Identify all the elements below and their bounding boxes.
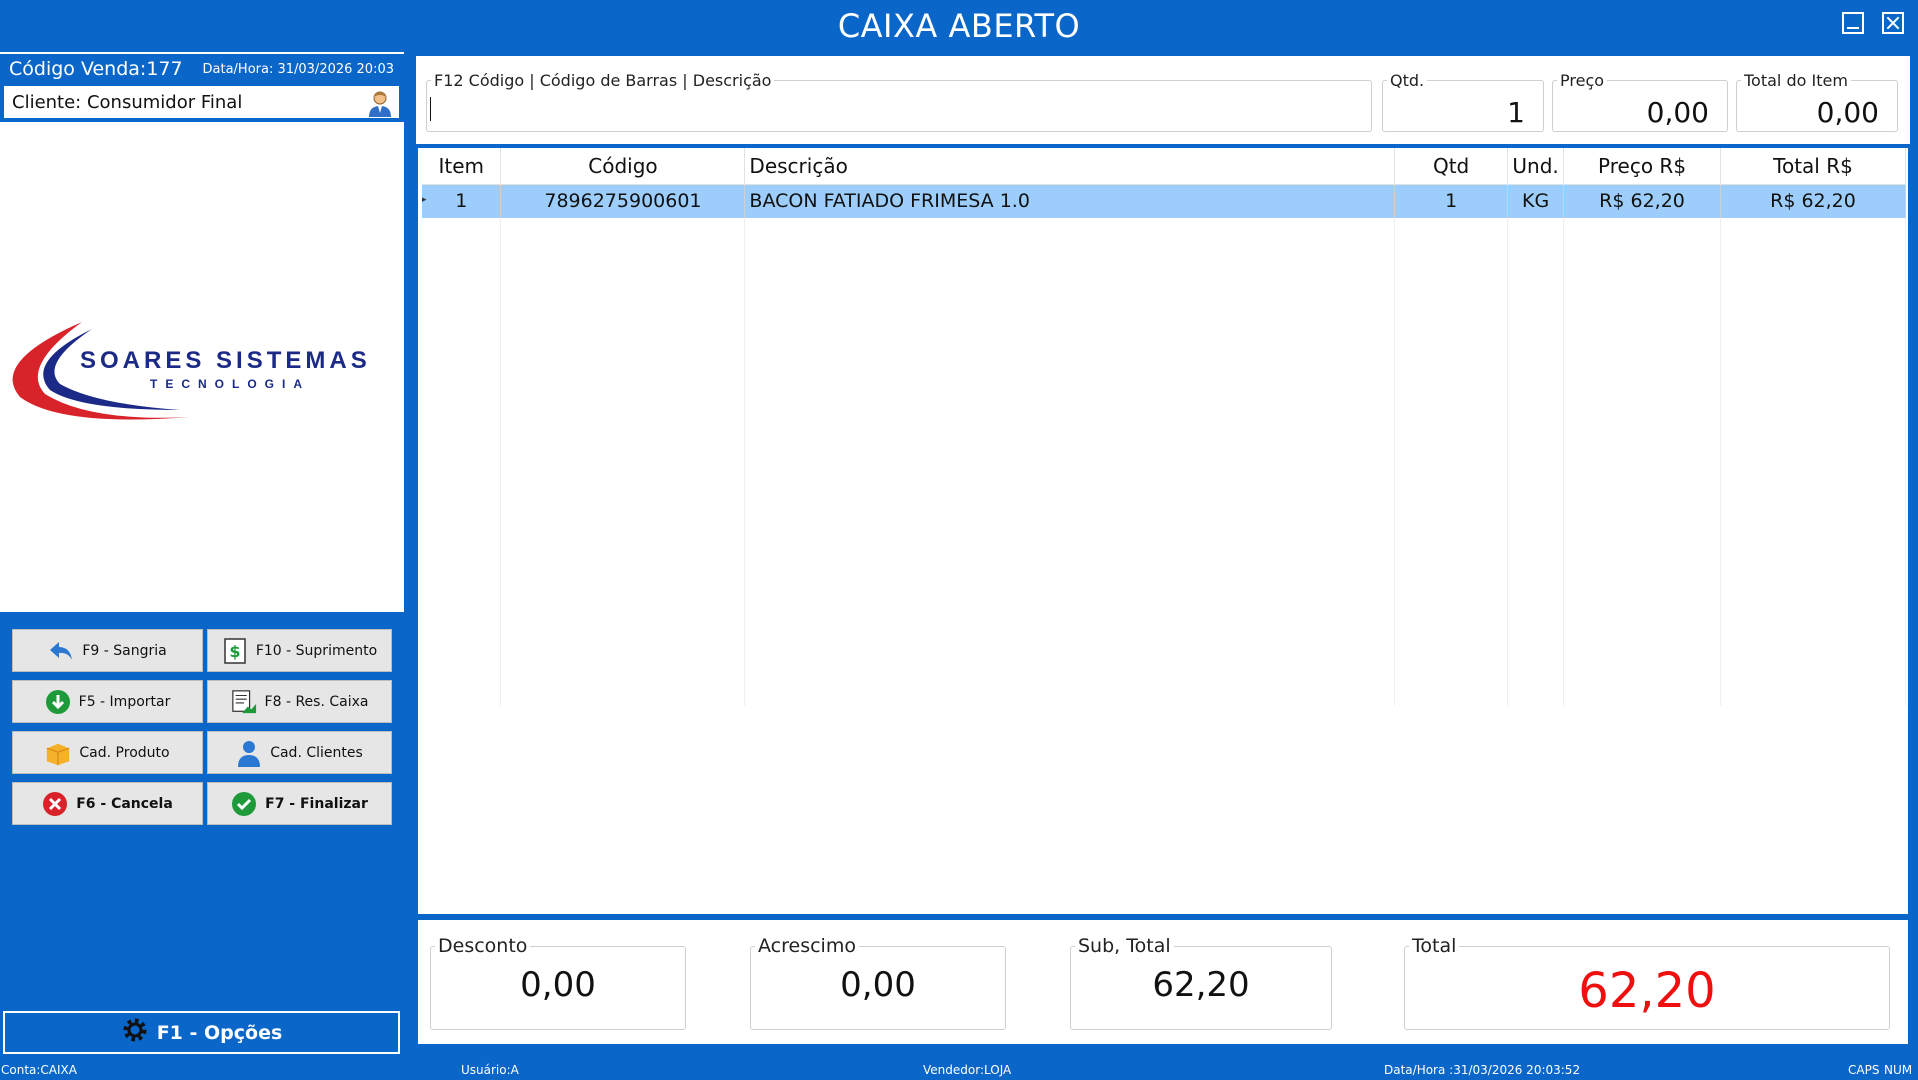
col-header-descricao[interactable]: Descrição [744,148,1396,185]
subtotal-box: Sub, Total 62,20 [1070,935,1332,1030]
cad-produto-label: Cad. Produto [79,744,170,761]
close-icon[interactable] [1882,12,1904,34]
user-icon[interactable] [367,89,393,117]
finalizar-label: F7 - Finalizar [265,795,368,812]
person-icon [236,740,262,767]
total-label: Total [1409,935,1460,957]
search-legend: F12 Código | Código de Barras | Descriçã… [431,71,775,90]
col-header-codigo[interactable]: Código [500,148,746,185]
preco-legend: Preço [1557,71,1608,90]
search-field[interactable]: F12 Código | Código de Barras | Descriçã… [426,71,1372,132]
sangria-button[interactable]: F9 - Sangria [12,629,203,672]
cad-clientes-label: Cad. Clientes [270,744,363,761]
status-conta: Conta:CAIXA [1,1063,77,1077]
desconto-box[interactable]: Desconto 0,00 [430,935,686,1030]
res-caixa-button[interactable]: F8 - Res. Caixa [207,680,392,723]
qtd-value[interactable]: 1 [1507,96,1525,129]
check-icon [231,791,257,817]
items-table: Item Código Descrição Qtd Und. Preço R$ … [422,148,1906,706]
col-header-total[interactable]: Total R$ [1720,148,1906,185]
logo-text-sub: TECNOLOGIA [150,377,310,391]
item-entry-bar: F12 Código | Código de Barras | Descriçã… [416,56,1910,144]
logo-text-main: SOARES SISTEMAS [80,347,371,374]
cad-clientes-button[interactable]: Cad. Clientes [207,731,392,774]
opcoes-button[interactable]: F1 - Opções [3,1011,400,1054]
minimize-icon[interactable] [1842,12,1864,34]
total-value: 62,20 [1578,963,1716,1019]
qtd-legend: Qtd. [1387,71,1428,90]
col-header-qtd[interactable]: Qtd [1394,148,1509,185]
cell-total: R$ 62,20 [1720,184,1906,218]
cell-qtd: 1 [1394,184,1509,218]
title-bar: CAIXA ABERTO [0,0,1918,52]
status-caps: CAPS [1848,1063,1880,1077]
acrescimo-box[interactable]: Acrescimo 0,00 [750,935,1006,1030]
total-box: Total 62,20 [1404,935,1890,1030]
finalizar-button[interactable]: F7 - Finalizar [207,782,392,825]
cell-codigo: 7896275900601 [500,184,746,218]
download-icon [45,689,71,715]
importar-label: F5 - Importar [78,693,171,710]
res-caixa-label: F8 - Res. Caixa [264,693,369,710]
cash-icon: $ [222,637,248,664]
suprimento-button[interactable]: $ F10 - Suprimento [207,629,392,672]
desconto-label: Desconto [435,935,531,957]
grid-header-row: Item Código Descrição Qtd Und. Preço R$ … [422,148,1906,185]
empty-grid-area [422,218,1906,706]
svg-text:$: $ [229,642,240,661]
items-grid[interactable]: Item Código Descrição Qtd Und. Preço R$ … [418,148,1908,914]
col-header-item[interactable]: Item [422,148,502,185]
total-item-field: Total do Item 0,00 [1736,71,1898,132]
total-item-legend: Total do Item [1741,71,1851,90]
cad-produto-button[interactable]: Cad. Produto [12,731,203,774]
client-label: Cliente: Consumidor Final [12,92,243,113]
sale-header: Código Venda:177 Data/Hora: 31/03/2026 2… [0,52,404,82]
gear-icon [121,1016,149,1049]
status-usuario: Usuário:A [461,1063,519,1077]
cancel-icon [42,791,68,817]
col-header-und[interactable]: Und. [1507,148,1565,185]
row-selector-icon: ▸ [422,194,427,204]
desconto-value: 0,00 [520,965,596,1005]
cell-und: KG [1507,184,1565,218]
col-header-preco[interactable]: Preço R$ [1563,148,1722,185]
acrescimo-label: Acrescimo [755,935,859,957]
acrescimo-value: 0,00 [840,965,916,1005]
sale-datetime: Data/Hora: 31/03/2026 20:03 [202,62,395,77]
status-num: NUM [1884,1063,1913,1077]
importar-button[interactable]: F5 - Importar [12,680,203,723]
cell-descricao: BACON FATIADO FRIMESA 1.0 [744,184,1396,218]
box-icon [45,740,71,766]
window-title: CAIXA ABERTO [837,7,1081,45]
preco-field[interactable]: Preço 0,00 [1552,71,1728,132]
cancela-button[interactable]: F6 - Cancela [12,782,203,825]
table-row[interactable]: 1 7896275900601 BACON FATIADO FRIMESA 1.… [422,184,1906,218]
report-icon [231,689,257,715]
status-vendedor: Vendedor:LOJA [923,1063,1012,1077]
suprimento-label: F10 - Suprimento [255,642,378,659]
cell-preco: R$ 62,20 [1563,184,1722,218]
subtotal-value: 62,20 [1152,965,1250,1005]
preco-value[interactable]: 0,00 [1647,96,1709,129]
text-cursor [430,97,431,121]
logo-area: SOARES SISTEMAS TECNOLOGIA [0,122,404,612]
status-bar: Conta:CAIXA Usuário:A Vendedor:LOJA Data… [0,1058,1918,1080]
qtd-field[interactable]: Qtd. 1 [1382,71,1544,132]
totals-panel: Desconto 0,00 Acrescimo 0,00 Sub, Total … [418,920,1908,1044]
sale-code: Código Venda:177 [9,58,183,80]
total-item-value: 0,00 [1816,96,1879,129]
cancela-label: F6 - Cancela [76,795,173,812]
status-datahora: Data/Hora :31/03/2026 20:03:52 [1384,1063,1581,1077]
undo-arrow-icon [48,638,74,664]
cell-item: 1 [422,184,502,218]
client-box[interactable]: Cliente: Consumidor Final [2,84,401,120]
opcoes-label: F1 - Opções [156,1021,283,1044]
sangria-label: F9 - Sangria [82,642,167,659]
subtotal-label: Sub, Total [1075,935,1174,957]
